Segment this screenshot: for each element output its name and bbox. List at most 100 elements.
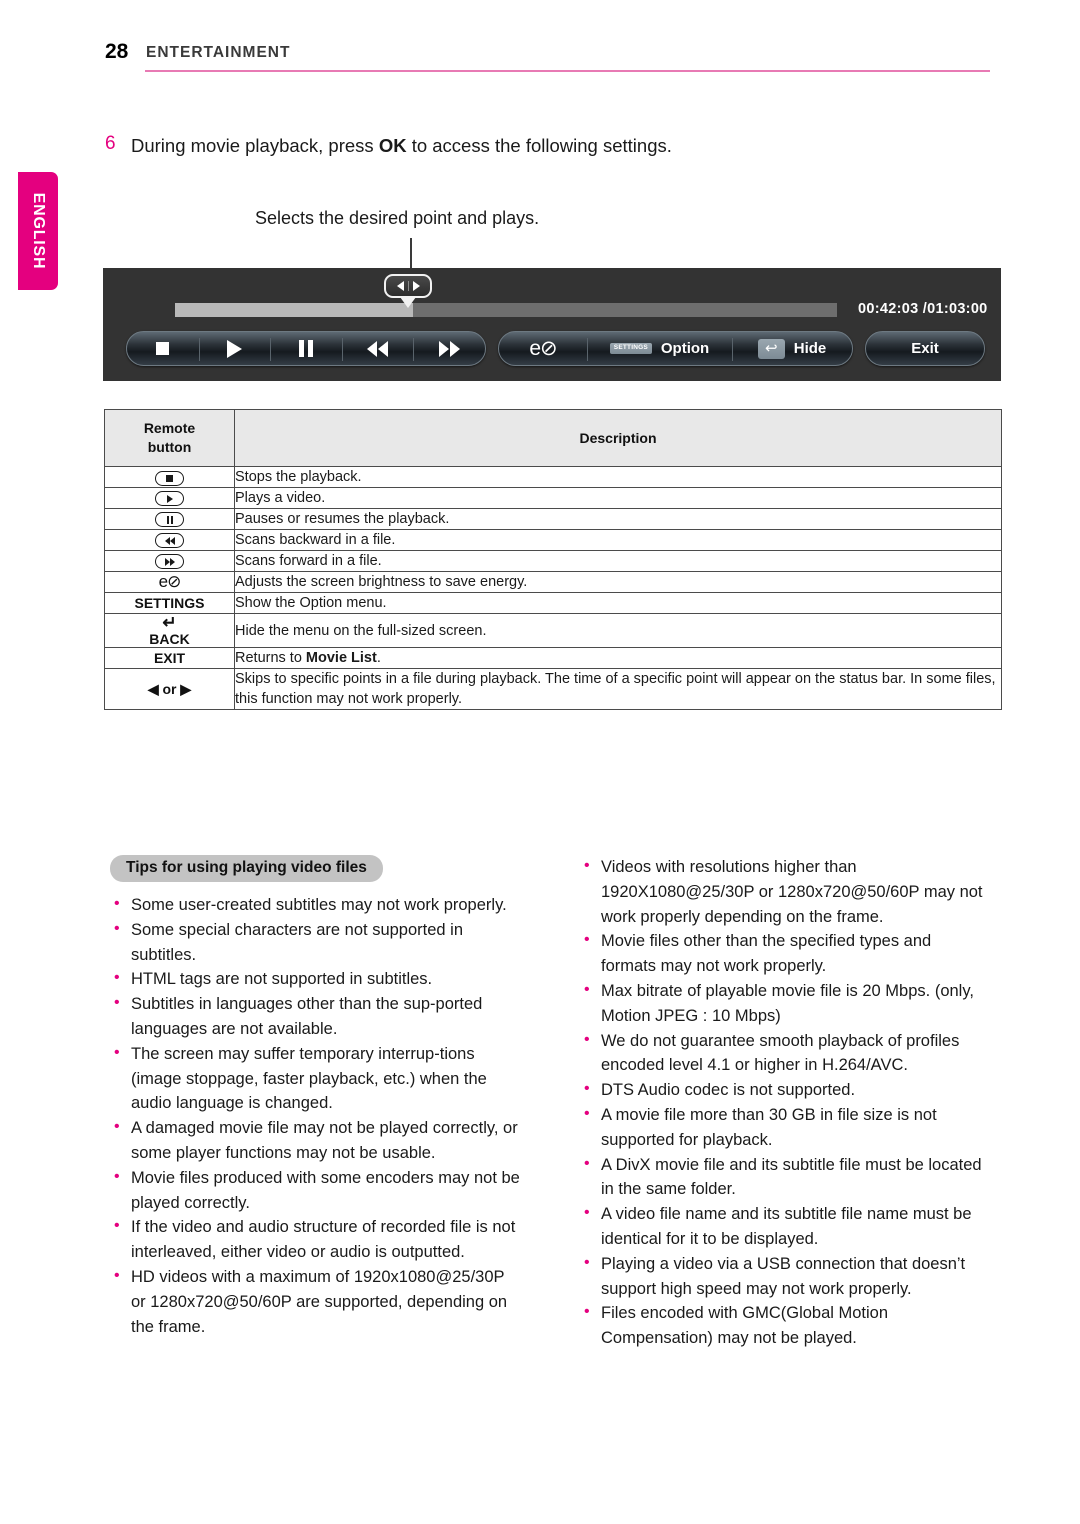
tip-item: A movie file more than 30 GB in file siz…	[580, 1102, 990, 1153]
rewind-button[interactable]	[341, 332, 414, 365]
table-row: ◀ or ▶ Skips to specific points in a fil…	[104, 668, 1002, 710]
left-right-scrub-icon[interactable]	[384, 274, 432, 298]
tip-item: We do not guarantee smooth playback of p…	[580, 1028, 990, 1079]
play-button[interactable]	[198, 332, 271, 365]
pause-icon	[298, 340, 313, 357]
callout-label: Selects the desired point and plays.	[255, 208, 540, 228]
tip-item: A DivX movie file and its subtitle file …	[580, 1152, 990, 1203]
column-header-remote-line1: Remote	[143, 420, 196, 436]
forward-key-icon	[104, 550, 235, 572]
tip-item: A video file name and its subtitle file …	[580, 1201, 990, 1252]
play-key-icon	[104, 487, 235, 509]
play-icon	[226, 339, 242, 358]
tips-heading: Tips for using playing video files	[110, 855, 383, 882]
table-row: SETTINGS Show the Option menu.	[104, 592, 1002, 614]
tips-left-list: Some user-created subtitles may not work…	[110, 892, 520, 1339]
option-button[interactable]: SETTINGS Option	[587, 332, 732, 365]
scrub-divider	[407, 281, 409, 291]
hide-button[interactable]: ↩ Hide	[732, 332, 852, 365]
table-row: EXIT Returns to Movie List.	[104, 647, 1002, 669]
pause-button[interactable]	[270, 332, 342, 365]
tip-item: A damaged movie file may not be played c…	[110, 1115, 520, 1166]
table-row: Stops the playback.	[104, 466, 1002, 488]
media-player-osd: 00:42:03 /01:03:00 e⊘ SETTINGS Option ↩ …	[103, 268, 1001, 381]
tip-item: Some special characters are not supporte…	[110, 917, 520, 968]
fast-forward-icon	[438, 340, 460, 357]
row-description: Show the Option menu.	[234, 592, 1002, 614]
tip-item: Subtitles in languages other than the su…	[110, 991, 520, 1042]
row-description: Adjusts the screen brightness to save en…	[234, 571, 1002, 593]
player-menu-controls: e⊘ SETTINGS Option ↩ Hide	[498, 331, 853, 366]
row-desc-bold: Movie List	[305, 650, 377, 666]
row-description: Stops the playback.	[234, 466, 1002, 488]
option-button-label: Option	[660, 340, 710, 357]
left-right-key-icon: ◀ or ▶	[104, 668, 235, 710]
column-header-description: Description	[234, 409, 1002, 467]
exit-key-label: EXIT	[104, 647, 235, 669]
energy-saving-button[interactable]: e⊘	[499, 332, 587, 365]
step-text-before: During movie playback, press	[131, 135, 379, 156]
tips-right-column: Videos with resolutions higher than 1920…	[580, 854, 990, 1351]
energy-saving-icon: e⊘	[529, 337, 557, 360]
back-key-icon: ↵	[162, 613, 177, 632]
row-desc-after: .	[376, 650, 381, 666]
rewind-icon	[367, 340, 389, 357]
player-background: 00:42:03 /01:03:00 e⊘ SETTINGS Option ↩ …	[103, 268, 1001, 381]
rewind-key-icon	[104, 529, 235, 551]
language-tab-label: ENGLISH	[30, 192, 47, 270]
step-text-bold: OK	[378, 135, 407, 156]
scrub-pointer-icon	[400, 297, 416, 308]
table-row: ↵ BACK Hide the menu on the full-sized s…	[104, 613, 1002, 648]
step-text-after: to access the following settings.	[406, 135, 672, 156]
row-description: Scans forward in a file.	[234, 550, 1002, 572]
tips-left-column: Some user-created subtitles may not work…	[110, 892, 520, 1339]
row-description: Returns to Movie List.	[234, 647, 1002, 669]
stop-icon	[156, 342, 170, 355]
scrub-right-arrow-icon	[412, 281, 420, 291]
tip-item: DTS Audio codec is not supported.	[580, 1077, 990, 1103]
progress-bar-fill	[175, 303, 414, 317]
table-row: e⊘ Adjusts the screen brightness to save…	[104, 571, 1002, 593]
settings-key-label: SETTINGS	[104, 592, 235, 614]
row-description: Pauses or resumes the playback.	[234, 508, 1002, 530]
tip-item: HD videos with a maximum of 1920x1080@25…	[110, 1264, 520, 1339]
table-row: Scans backward in a file.	[104, 529, 1002, 551]
stop-key-icon	[104, 466, 235, 488]
exit-button[interactable]: Exit	[865, 331, 985, 366]
page-number: 28	[105, 40, 129, 63]
row-description: Plays a video.	[234, 487, 1002, 509]
tip-item: Max bitrate of playable movie file is 20…	[580, 978, 990, 1029]
tips-right-list: Videos with resolutions higher than 1920…	[580, 854, 990, 1351]
column-header-remote-line2: button	[147, 439, 192, 455]
section-title: ENTERTAINMENT	[146, 44, 291, 61]
row-description: Scans backward in a file.	[234, 529, 1002, 551]
pause-key-icon	[104, 508, 235, 530]
page-header: 28 ENTERTAINMENT	[105, 38, 990, 78]
row-description: Skips to specific points in a file durin…	[234, 668, 1002, 710]
step-instruction: 6 During movie playback, press OK to acce…	[105, 133, 985, 158]
remote-button-table: Remote button Description Stops the play…	[104, 409, 1002, 710]
header-divider	[145, 70, 990, 72]
tip-item: Videos with resolutions higher than 1920…	[580, 854, 990, 929]
tip-item: If the video and audio structure of reco…	[110, 1214, 520, 1265]
progress-bar[interactable]	[175, 303, 837, 317]
settings-key-icon: SETTINGS	[609, 343, 652, 354]
stop-button[interactable]	[127, 332, 199, 365]
fast-forward-button[interactable]	[413, 332, 485, 365]
tip-item: HTML tags are not supported in subtitles…	[110, 966, 520, 992]
back-key-cell: ↵ BACK	[104, 613, 235, 648]
hide-button-label: Hide	[793, 340, 827, 357]
energy-saving-key-icon: e⊘	[104, 571, 235, 593]
tip-item: Some user-created subtitles may not work…	[110, 892, 520, 918]
column-header-remote-button: Remote button	[104, 409, 235, 467]
scrub-left-arrow-icon	[396, 281, 404, 291]
table-row: Scans forward in a file.	[104, 550, 1002, 572]
language-tab: ENGLISH	[18, 172, 58, 290]
table-row: Pauses or resumes the playback.	[104, 508, 1002, 530]
table-row: Plays a video.	[104, 487, 1002, 509]
playback-time: 00:42:03 /01:03:00	[858, 301, 988, 317]
tip-item: Files encoded with GMC(Global Motion Com…	[580, 1300, 990, 1351]
step-text: During movie playback, press OK to acces…	[131, 133, 672, 158]
tip-item: Movie files other than the specified typ…	[580, 928, 990, 979]
table-header-row: Remote button Description	[104, 409, 1002, 467]
